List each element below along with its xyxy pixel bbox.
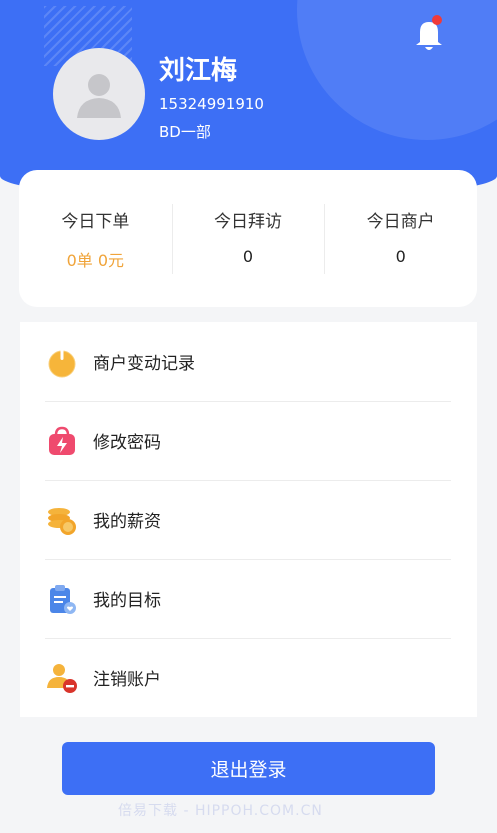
menu-item-label: 注销账户 (93, 670, 161, 690)
power-orange-icon (46, 346, 78, 378)
coin-stack-icon (46, 504, 78, 536)
menu-item-label: 我的薪资 (93, 512, 161, 532)
clipboard-heart-icon (46, 583, 78, 615)
stat-value: 0 (242, 247, 254, 266)
stat-value: 0 (395, 247, 406, 266)
logout-button[interactable]: 退出登录 (62, 742, 435, 795)
menu-item-label: 我的目标 (93, 591, 161, 611)
avatar[interactable] (53, 48, 145, 140)
user-phone: 15324991910 (159, 95, 264, 113)
menu-item-label: 商户变动记录 (93, 354, 195, 374)
menu-item-merchant-changes[interactable]: 商户变动记录 (20, 322, 477, 401)
menu-list: 商户变动记录 修改密码 我的薪资 我的目标 注销账户 (20, 322, 477, 717)
menu-item-label: 修改密码 (93, 433, 161, 453)
user-department: BD一部 (159, 123, 211, 141)
user-name: 刘江梅 (159, 56, 238, 86)
user-silhouette-icon (77, 74, 121, 118)
menu-item-my-goals[interactable]: 我的目标 (20, 559, 477, 638)
stat-today-orders[interactable]: 今日下单 0单 0元 (19, 204, 172, 307)
stat-label: 今日拜访 (214, 212, 282, 232)
notification-button[interactable] (412, 14, 446, 54)
menu-item-change-password[interactable]: 修改密码 (20, 401, 477, 480)
stat-label: 今日商户 (366, 212, 435, 232)
stat-today-merchants[interactable]: 今日商户 0 (324, 204, 477, 307)
bell-icon (416, 15, 442, 50)
stat-value: 0单 0元 (66, 251, 125, 270)
stat-today-visits[interactable]: 今日拜访 0 (171, 204, 325, 307)
menu-item-my-salary[interactable]: 我的薪资 (20, 480, 477, 559)
user-remove-icon (46, 662, 78, 694)
menu-item-cancel-account[interactable]: 注销账户 (20, 638, 477, 717)
stat-label: 今日下单 (61, 212, 130, 232)
lightning-bag-icon (46, 425, 78, 457)
watermark: 倍易下载 - HIPPOH.COM.CN (118, 803, 323, 819)
header-decoration (297, 0, 497, 140)
today-stats-card: 今日下单 0单 0元 今日拜访 0 今日商户 0 (19, 170, 477, 307)
